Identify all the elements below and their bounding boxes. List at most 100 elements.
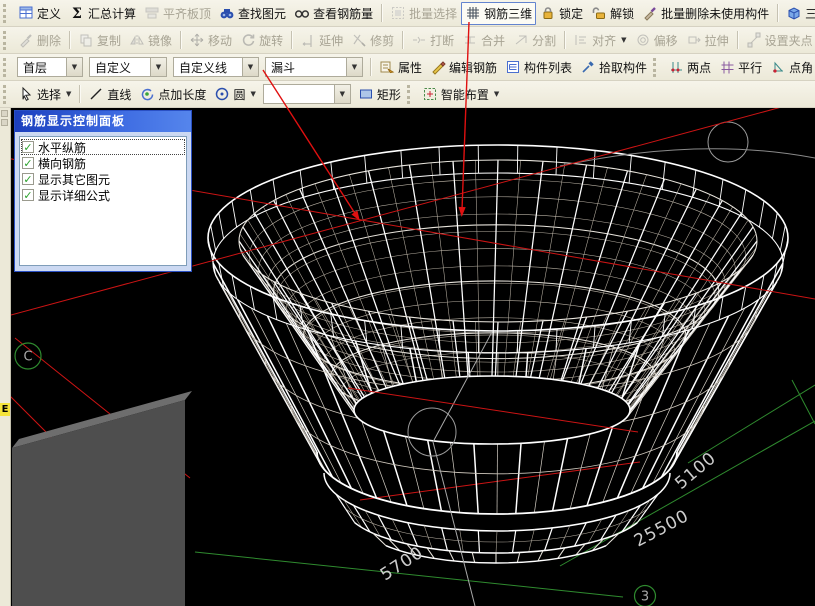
extend-button[interactable]: 延伸 <box>296 29 347 52</box>
panel-title[interactable]: 钢筋显示控制面板 <box>15 111 191 132</box>
toolbar-grip[interactable] <box>3 4 10 23</box>
cursor-icon <box>18 86 34 102</box>
toolbar-grip[interactable] <box>653 58 660 77</box>
rebar-display-control-panel[interactable]: 钢筋显示控制面板 ✓水平纵筋✓横向钢筋✓显示其它图元✓显示详细公式 <box>14 110 192 272</box>
view-3d-button[interactable]: 三维 <box>782 2 815 25</box>
batch-delete-unused-button[interactable]: 批量删除未使用构件 <box>638 2 773 25</box>
button-label: 矩形 <box>377 86 401 103</box>
toolbar-area: 定义Σ汇总计算平齐板顶 查找图元查看钢筋量 批量选择钢筋三维锁定解锁批量删除未使用构… <box>0 0 815 108</box>
editrebar-icon <box>430 59 446 75</box>
delete-button[interactable]: 删除 <box>14 29 65 52</box>
combo-value: 漏斗 <box>266 59 346 76</box>
define-button[interactable]: 定义 <box>14 2 65 25</box>
summary-calc-button[interactable]: Σ汇总计算 <box>65 2 140 25</box>
toolbar-grip[interactable] <box>3 85 10 104</box>
pick-component-button[interactable]: 拾取构件 <box>576 56 651 79</box>
component-type-combo[interactable]: 自定义▼ <box>89 57 167 77</box>
rotate-button[interactable]: 旋转 <box>236 29 287 52</box>
button-label: 定义 <box>37 5 61 22</box>
edit-rebar-button[interactable]: 编辑钢筋 <box>426 56 501 79</box>
button-label: 旋转 <box>259 32 283 49</box>
toolbar-separator <box>180 31 181 49</box>
panel-item-label: 水平纵筋 <box>38 139 86 156</box>
svg-text:3: 3 <box>641 590 649 605</box>
button-label: 点加长度 <box>158 86 206 103</box>
toolbar-row-4: 选择▼ 直线 点加长度圆▼ ▼ 矩形智能布置▼ <box>0 81 815 108</box>
component-list-button[interactable]: 构件列表 <box>501 56 576 79</box>
gmove-icon <box>189 32 205 48</box>
dock-mini-button[interactable] <box>1 119 8 126</box>
button-label: 批量选择 <box>409 5 457 22</box>
picker-icon <box>580 59 596 75</box>
gsplit-icon <box>513 32 529 48</box>
panel-item-0[interactable]: ✓ 水平纵筋 <box>21 139 185 155</box>
checkbox-checked-icon[interactable]: ✓ <box>22 157 34 169</box>
set-grips-button[interactable]: 设置夹点 <box>742 29 815 52</box>
point-plus-length-button[interactable]: 点加长度 <box>135 83 210 106</box>
chevron-down-icon[interactable]: ▼ <box>66 58 82 76</box>
offset-button[interactable]: 偏移 <box>631 29 682 52</box>
circle-button[interactable]: 圆▼ <box>210 83 259 106</box>
select-button[interactable]: 选择▼ <box>14 83 75 106</box>
checkbox-checked-icon[interactable]: ✓ <box>22 173 34 185</box>
batch-select-button[interactable]: 批量选择 <box>386 2 461 25</box>
straight-line-button[interactable]: 直线 <box>84 83 135 106</box>
rectangle-button[interactable]: 矩形 <box>354 83 405 106</box>
cube-icon <box>786 5 802 21</box>
line-type-combo[interactable]: 自定义线▼ <box>173 57 259 77</box>
button-label: 编辑钢筋 <box>449 59 497 76</box>
lock-button[interactable]: 锁定 <box>536 2 587 25</box>
properties-button[interactable]: 属性 <box>375 56 426 79</box>
align-slab-top-button[interactable]: 平齐板顶 <box>140 2 215 25</box>
button-label: 拉伸 <box>705 32 729 49</box>
chevron-down-icon[interactable]: ▼ <box>150 58 166 76</box>
floor-select-combo[interactable]: 首层▼ <box>17 57 83 77</box>
line-icon <box>88 86 104 102</box>
toolbar-grip[interactable] <box>3 31 10 50</box>
move-button[interactable]: 移动 <box>185 29 236 52</box>
toolbar-grip[interactable] <box>3 58 10 77</box>
panel-checkbox-list[interactable]: ✓水平纵筋✓横向钢筋✓显示其它图元✓显示详细公式 <box>19 136 187 266</box>
goffset-icon <box>635 32 651 48</box>
dock-mini-button[interactable] <box>1 110 8 117</box>
align-button[interactable]: 对齐▼ <box>569 29 630 52</box>
chevron-down-icon[interactable]: ▼ <box>346 58 362 76</box>
panel-item-1[interactable]: ✓横向钢筋 <box>21 155 185 171</box>
component-name-combo[interactable]: 漏斗▼ <box>265 57 363 77</box>
toolbar-separator <box>402 31 403 49</box>
toolbar-separator <box>79 85 80 103</box>
application-window: C35700255005100 定义Σ汇总计算平齐板顶查找图元查看钢筋量批量选择… <box>0 0 815 606</box>
merge-button[interactable]: 合并 <box>458 29 509 52</box>
chevron-down-icon: ▼ <box>494 90 499 98</box>
unlock-button[interactable]: 解锁 <box>587 2 638 25</box>
checkbox-checked-icon[interactable]: ✓ <box>22 141 34 153</box>
break-button[interactable]: 打断 <box>407 29 458 52</box>
find-element-button[interactable]: 查找图元 <box>215 2 290 25</box>
panel-item-3[interactable]: ✓ 显示详细公式 <box>21 187 185 203</box>
trim-button[interactable]: 修剪 <box>347 29 398 52</box>
button-label: 分割 <box>532 32 556 49</box>
combo-value: 首层 <box>18 59 66 76</box>
point-angle-button[interactable]: 点角▼ <box>766 56 815 79</box>
split-button[interactable]: 分割 <box>509 29 560 52</box>
ptangle-icon <box>770 59 786 75</box>
view-rebar-qty-button[interactable]: 查看钢筋量 <box>290 2 377 25</box>
chevron-down-icon[interactable]: ▼ <box>334 85 350 103</box>
parallel-button[interactable]: 平行 <box>715 56 766 79</box>
smart-layout-button[interactable]: 智能布置▼ <box>418 83 503 106</box>
checkbox-checked-icon[interactable]: ✓ <box>22 189 34 201</box>
stretch-button[interactable]: 拉伸 <box>682 29 733 52</box>
mirror-button[interactable]: 镜像 <box>125 29 176 52</box>
button-label: 镜像 <box>148 32 172 49</box>
panel-item-2[interactable]: ✓显示其它图元 <box>21 171 185 187</box>
curve-select-combo[interactable]: ▼ <box>263 84 351 104</box>
chevron-down-icon[interactable]: ▼ <box>242 58 258 76</box>
lock-icon <box>540 5 556 21</box>
panel-item-label: 显示详细公式 <box>38 187 110 204</box>
button-label: 查找图元 <box>238 5 286 22</box>
two-point-button[interactable]: 两点 <box>664 56 715 79</box>
rebar-3d-button[interactable]: 钢筋三维 <box>461 2 536 25</box>
complist-icon <box>505 59 521 75</box>
copy-button[interactable]: 复制 <box>74 29 125 52</box>
toolbar-grip[interactable] <box>407 85 414 104</box>
